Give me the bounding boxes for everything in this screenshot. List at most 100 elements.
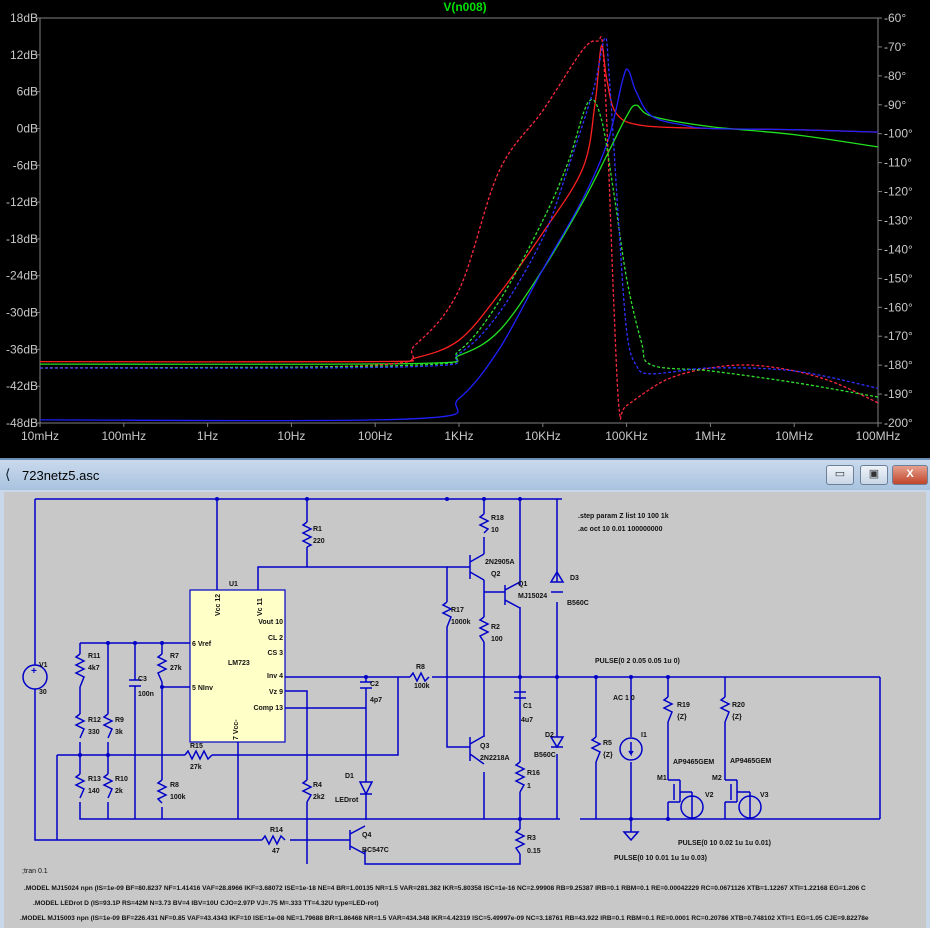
r10-value: 2k	[115, 788, 123, 795]
u1-pin-cl: CL 2	[268, 635, 283, 642]
y-right-tick-label: -160°	[884, 300, 913, 314]
r7-value: 27k	[170, 665, 182, 672]
v1-value: 30	[39, 689, 47, 696]
plot-curves	[39, 36, 879, 422]
r14-value: 47	[272, 848, 280, 855]
c3-value: 100n	[138, 691, 154, 698]
m1-label: M1	[657, 775, 667, 782]
r13-value: 140	[88, 788, 100, 795]
c2-label: C2	[370, 681, 379, 688]
r15-value: 27k	[190, 764, 202, 771]
y-axis-left: 18dB 12dB 6dB 0dB -6dB -12dB -18dB -24dB -30dB -3…	[6, 11, 40, 430]
x-tick-label: 10Hz	[277, 429, 305, 443]
y-left-tick-label: -30dB	[6, 306, 38, 320]
schematic-icon: ⟨	[5, 466, 11, 482]
r4-value: 2k2	[313, 794, 325, 801]
y-right-tick-label: -180°	[884, 358, 913, 372]
u1-pin-vout: Vout 10	[258, 619, 283, 626]
x-tick-label: 1Hz	[197, 429, 218, 443]
r17-value: 1000k	[451, 619, 471, 626]
model-mj15024[interactable]: .MODEL MJ15024 npn (IS=1e-09 BF=80.8237 …	[24, 885, 866, 892]
r8-value: 100k	[414, 683, 430, 690]
r4-label: R4	[313, 782, 322, 789]
y-left-tick-label: 6dB	[17, 85, 38, 99]
schematic-canvas[interactable]: + U1 LM723 Vcc 12 Vc 11 Vout 10 CL 2 CS …	[4, 492, 926, 928]
y-left-tick-label: -12dB	[6, 195, 38, 209]
model-mj15003[interactable]: .MODEL MJ15003 npn (IS=1e-09 BF=226.431 …	[20, 915, 869, 922]
u1-pin-vz: Vz 9	[269, 689, 283, 696]
d1-label: D1	[345, 773, 354, 780]
r16-label: R16	[527, 770, 540, 777]
y-left-tick-label: -36dB	[6, 342, 38, 356]
tran-directive[interactable]: ;tran 0.1	[22, 868, 48, 875]
series-line-5	[39, 37, 879, 389]
q2-symbol	[469, 553, 485, 581]
series-line-4	[39, 98, 879, 398]
r18-label: R18	[491, 515, 504, 522]
model-ledrot[interactable]: .MODEL LEDrot D (IS=93.1P RS=42M N=3.73 …	[33, 900, 379, 907]
junctions	[78, 497, 670, 821]
m2-label: M2	[712, 775, 722, 782]
x-tick-label: 100MHz	[856, 429, 901, 443]
maximize-button[interactable]: ▣	[860, 465, 888, 485]
c1-label: C1	[523, 703, 532, 710]
m1-value: AP9465GEM	[673, 759, 714, 766]
c3-label: C3	[138, 676, 147, 683]
r5-label: R5	[603, 740, 612, 747]
u1-pin-inv: Inv 4	[267, 673, 283, 680]
y-left-tick-label: -6dB	[13, 158, 38, 172]
r1-value: 220	[313, 538, 325, 545]
ac-directive[interactable]: .ac oct 10 0.01 100000000	[578, 526, 663, 533]
u1-name: U1	[229, 581, 238, 588]
x-tick-label: 1KHz	[444, 429, 473, 443]
y-left-tick-label: 0dB	[17, 121, 38, 135]
pulse-v3-label: PULSE(0 10 0.02 1u 1u 0.01)	[678, 840, 771, 847]
schematic-window: ⟨ 723netz5.asc ▭ ▣ X + U1 LM723 Vcc 12 V…	[0, 458, 930, 928]
r8-lower-label: R8	[170, 782, 179, 789]
y-axis-right: -60° -70° -80° -90° -100° -110° -120° -130° -140…	[878, 11, 913, 430]
r10-label: R10	[115, 776, 128, 783]
u1-pin-ninv: 5 NInv	[192, 685, 213, 692]
r19-label: R19	[677, 702, 690, 709]
x-tick-label: 100KHz	[605, 429, 648, 443]
pulse-main-label: PULSE(0 2 0.05 0.05 1u 0)	[595, 658, 680, 665]
r14-label: R14	[270, 827, 283, 834]
r20-label: R20	[732, 702, 745, 709]
r11-value: 4k7	[88, 665, 100, 672]
y-right-tick-label: -190°	[884, 387, 913, 401]
q2-value: 2N2905A	[485, 559, 515, 566]
q3-value: 2N2218A	[480, 755, 510, 762]
series-line-0	[39, 44, 879, 363]
y-right-tick-label: -60°	[884, 11, 906, 25]
y-left-tick-label: -42dB	[6, 379, 38, 393]
y-right-tick-label: -130°	[884, 214, 913, 228]
r8-label: R8	[416, 664, 425, 671]
step-directive[interactable]: .step param Z list 10 100 1k	[578, 513, 669, 520]
x-axis: 10mHz 100mHz 1Hz 10Hz 100Hz 1KHz 10KHz 100KHz 1M…	[21, 423, 900, 443]
r15-label: R15	[190, 743, 203, 750]
c1-value: 4u7	[521, 717, 533, 724]
m2-value: AP9465GEM	[730, 758, 771, 765]
r17-label: R17	[451, 607, 464, 614]
c2-value: 4p7	[370, 697, 382, 704]
title-bar[interactable]: ⟨ 723netz5.asc ▭ ▣ X	[0, 460, 930, 490]
r11-label: R11	[88, 653, 101, 660]
y-left-tick-label: 18dB	[10, 11, 38, 25]
y-right-tick-label: -90°	[884, 98, 906, 112]
u1-pin-vccm: 7 Vcc-	[233, 719, 240, 740]
r19-value: {Z}	[677, 714, 687, 721]
q4-value: BC547C	[362, 847, 389, 854]
r3-label: R3	[527, 835, 536, 842]
u1-pin-vcc: Vcc 12	[215, 594, 222, 616]
y-right-tick-label: -170°	[884, 329, 913, 343]
pulse-v2-label: PULSE(0 10 0.01 1u 1u 0.03)	[614, 855, 707, 862]
r8-lower-value: 100k	[170, 794, 186, 801]
r3-value: 0.15	[527, 848, 541, 855]
y-left-tick-label: -48dB	[6, 416, 38, 430]
minimize-button[interactable]: ▭	[826, 465, 854, 485]
close-button[interactable]: X	[892, 465, 928, 485]
u1-part: LM723	[228, 660, 250, 667]
u1-pin-comp: Comp 13	[253, 705, 283, 712]
waveform-plot[interactable]: V(n008) 10mHz 100mHz 1Hz 10Hz 100Hz 1KHz 10KHz…	[0, 0, 930, 452]
led-d1	[358, 781, 374, 796]
